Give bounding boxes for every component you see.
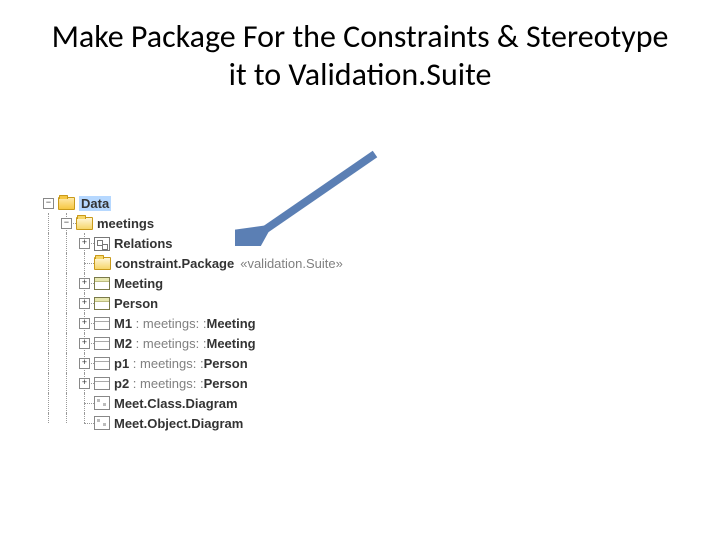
collapse-icon[interactable]: −: [43, 198, 54, 209]
tree-node-relations[interactable]: + Relations: [40, 233, 343, 253]
node-label: Meeting: [114, 276, 163, 291]
node-label: p1 : meetings: :Person: [114, 356, 248, 371]
node-label: Meet.Class.Diagram: [114, 396, 238, 411]
stereotype-label: «validation.Suite»: [240, 256, 343, 271]
expand-icon[interactable]: +: [79, 338, 90, 349]
tree-node-person-class[interactable]: + Person: [40, 293, 343, 313]
class-icon: [94, 297, 110, 310]
folder-icon: [94, 257, 111, 270]
node-label: Meet.Object.Diagram: [114, 416, 243, 431]
node-label: M1 : meetings: :Meeting: [114, 316, 256, 331]
expand-icon[interactable]: +: [79, 238, 90, 249]
node-label: Relations: [114, 236, 173, 251]
diagram-icon: [94, 396, 110, 410]
folder-icon: [76, 217, 93, 230]
class-icon: [94, 277, 110, 290]
node-label: M2 : meetings: :Meeting: [114, 336, 256, 351]
tree-node-m1[interactable]: + M1 : meetings: :Meeting: [40, 313, 343, 333]
tree-node-class-diagram[interactable]: Meet.Class.Diagram: [40, 393, 343, 413]
node-label: meetings: [97, 216, 154, 231]
collapse-icon[interactable]: −: [61, 218, 72, 229]
tree-node-m2[interactable]: + M2 : meetings: :Meeting: [40, 333, 343, 353]
expand-icon[interactable]: +: [79, 298, 90, 309]
tree-node-p1[interactable]: + p1 : meetings: :Person: [40, 353, 343, 373]
node-label: constraint.Package: [115, 256, 234, 271]
node-label: Person: [114, 296, 158, 311]
tree-node-p2[interactable]: + p2 : meetings: :Person: [40, 373, 343, 393]
page-title: Make Package For the Constraints & Stere…: [40, 18, 680, 95]
model-tree[interactable]: − Data − meetings + Relations constraint…: [40, 193, 343, 433]
instance-icon: [94, 357, 110, 370]
diagram-icon: [94, 416, 110, 430]
instance-icon: [94, 317, 110, 330]
tree-node-data[interactable]: − Data: [40, 193, 343, 213]
tree-node-object-diagram[interactable]: Meet.Object.Diagram: [40, 413, 343, 433]
node-label: p2 : meetings: :Person: [114, 376, 248, 391]
expand-icon[interactable]: +: [79, 278, 90, 289]
instance-icon: [94, 377, 110, 390]
folder-open-icon: [58, 197, 75, 210]
tree-node-meeting-class[interactable]: + Meeting: [40, 273, 343, 293]
expand-icon[interactable]: +: [79, 318, 90, 329]
instance-icon: [94, 337, 110, 350]
tree-node-constraint-package[interactable]: constraint.Package «validation.Suite»: [40, 253, 343, 273]
node-label: Data: [79, 196, 111, 211]
expand-icon[interactable]: +: [79, 378, 90, 389]
tree-node-meetings[interactable]: − meetings: [40, 213, 343, 233]
relations-icon: [94, 237, 110, 251]
expand-icon[interactable]: +: [79, 358, 90, 369]
